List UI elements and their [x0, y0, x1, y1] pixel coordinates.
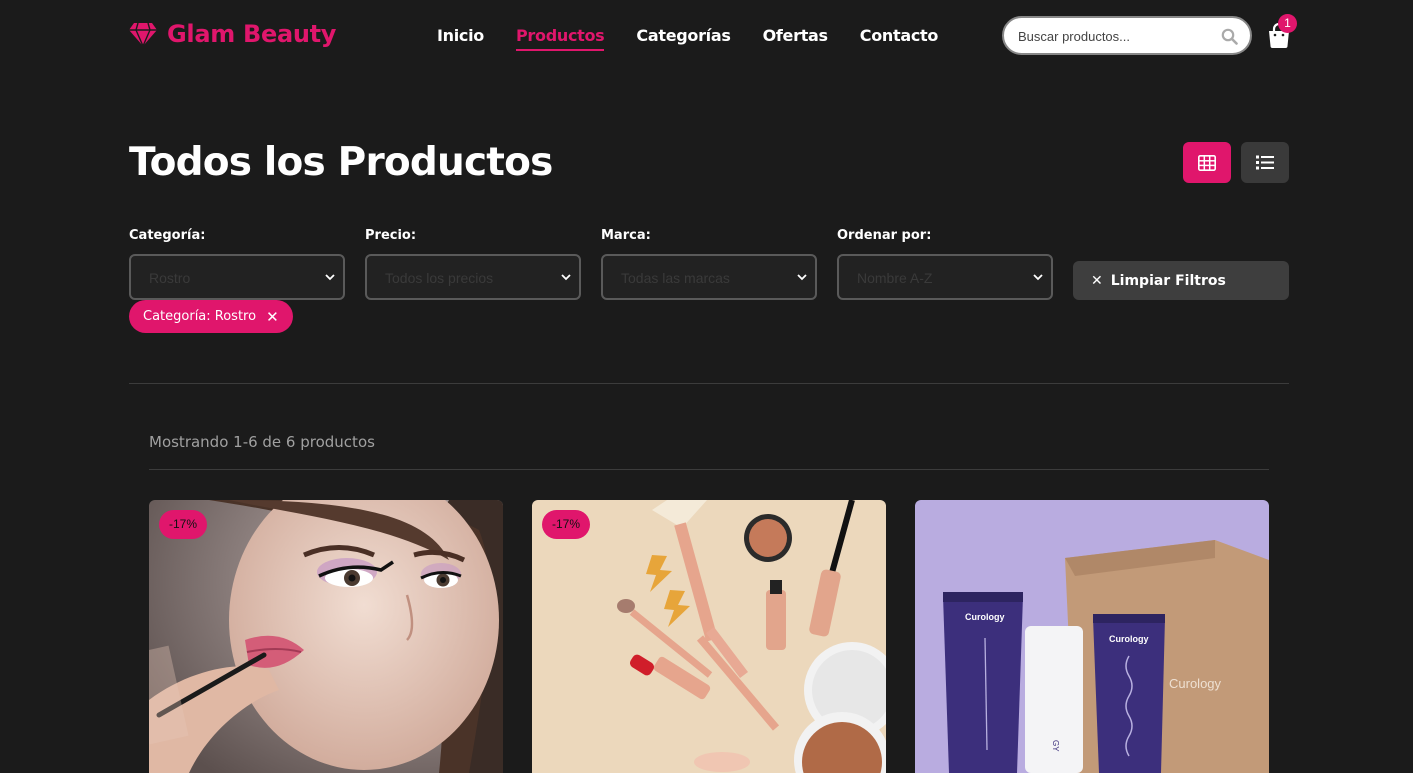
results-count: Mostrando 1-6 de 6 productos [149, 433, 375, 451]
product-card[interactable]: -17% [532, 500, 886, 773]
price-filter-label: Precio: [365, 228, 417, 243]
brand-filter-label: Marca: [601, 228, 651, 243]
search-input[interactable] [1018, 26, 1208, 46]
active-filter-chip-label: Categoría: Rostro [143, 309, 257, 324]
divider [149, 469, 1269, 470]
sort-select-value: Nombre A-Z [857, 270, 933, 286]
tube-brand-text: Curology [1109, 634, 1149, 644]
discount-badge: -17% [159, 510, 208, 539]
tube-brand-text: Curology [965, 612, 1005, 622]
close-icon: ✕ [1091, 272, 1103, 288]
diamond-icon [129, 22, 157, 47]
nav-categorias[interactable]: Categorías [636, 26, 730, 51]
category-select[interactable]: Rostro [129, 254, 345, 300]
chevron-down-icon [325, 274, 335, 281]
chevron-down-icon [797, 274, 807, 281]
price-select[interactable]: Todos los precios [365, 254, 581, 300]
clear-filters-label: Limpiar Filtros [1110, 272, 1226, 289]
search-icon[interactable] [1221, 28, 1238, 45]
category-filter-label: Categoría: [129, 228, 206, 243]
list-icon [1256, 155, 1274, 170]
grid-icon [1198, 154, 1216, 171]
sort-select[interactable]: Nombre A-Z [837, 254, 1053, 300]
makeup-flatlay-photo [532, 500, 886, 773]
clear-filters-button[interactable]: ✕ Limpiar Filtros [1073, 261, 1289, 300]
nav-ofertas[interactable]: Ofertas [763, 26, 828, 51]
list-view-button[interactable] [1241, 142, 1289, 183]
category-select-value: Rostro [149, 270, 191, 286]
close-icon[interactable]: ✕ [266, 308, 279, 326]
nav-inicio[interactable]: Inicio [437, 26, 484, 51]
svg-text:GY: GY [1051, 740, 1060, 752]
page-title: Todos los Productos [129, 140, 553, 185]
nav-contacto[interactable]: Contacto [860, 26, 939, 51]
site-header: Glam Beauty Inicio Productos Categorías … [0, 0, 1413, 72]
curology-products-photo: Curology Curology GY Curology [915, 500, 1269, 773]
chevron-down-icon [561, 274, 571, 281]
chevron-down-icon [1033, 274, 1043, 281]
nav-productos[interactable]: Productos [516, 26, 605, 51]
product-card[interactable]: Curology Curology GY Curology [915, 500, 1269, 773]
brand-name: Glam Beauty [167, 20, 337, 48]
search-box [1002, 16, 1252, 55]
makeup-model-photo [149, 500, 503, 773]
main-nav: Inicio Productos Categorías Ofertas Cont… [437, 26, 970, 51]
brand-select-value: Todas las marcas [621, 270, 730, 286]
product-card[interactable]: -17% [149, 500, 503, 773]
brand-select[interactable]: Todas las marcas [601, 254, 817, 300]
box-brand-text: Curology [1169, 676, 1222, 691]
brand-logo[interactable]: Glam Beauty [129, 20, 336, 48]
divider [129, 383, 1289, 384]
active-filter-chip[interactable]: Categoría: Rostro ✕ [129, 300, 293, 333]
price-select-value: Todos los precios [385, 270, 494, 286]
discount-badge: -17% [542, 510, 591, 539]
cart-count-badge: 1 [1278, 14, 1297, 33]
sort-filter-label: Ordenar por: [837, 228, 932, 243]
grid-view-button[interactable] [1183, 142, 1231, 183]
